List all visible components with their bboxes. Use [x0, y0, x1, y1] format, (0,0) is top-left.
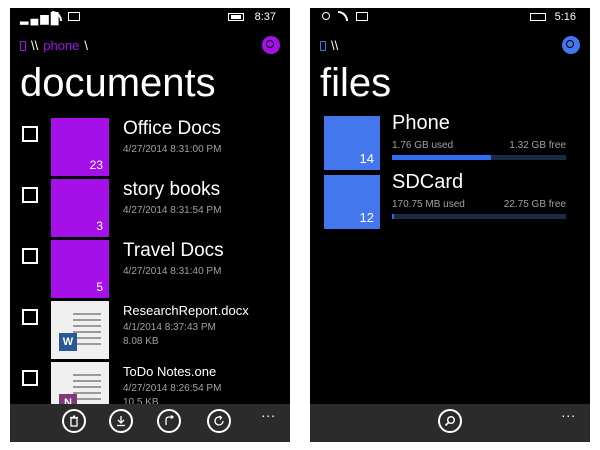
- message-icon: [68, 12, 80, 21]
- storage-bar-fill: [392, 155, 492, 160]
- status-bar: ▂▄▆█ 8:37: [10, 8, 290, 28]
- left-phone-screen: ▂▄▆█ 8:37 \\ phone \ documents 23 Office…: [10, 8, 290, 442]
- breadcrumb: \\: [320, 38, 338, 53]
- cortana-icon[interactable]: [562, 36, 580, 54]
- word-document-thumbnail[interactable]: W: [51, 301, 109, 359]
- file-date: 4/1/2014 8:37:43 PM: [123, 322, 216, 333]
- battery-icon: [530, 13, 546, 21]
- drive-name: Phone: [392, 112, 450, 134]
- list-item[interactable]: 5 Travel Docs 4/27/2014 8:31:40 PM: [10, 240, 290, 300]
- drive-tile[interactable]: 14: [324, 116, 380, 170]
- cortana-icon[interactable]: [262, 36, 280, 54]
- status-bar: 5:16: [310, 8, 590, 28]
- select-checkbox[interactable]: [22, 187, 38, 203]
- file-date: 4/27/2014 8:26:54 PM: [123, 383, 222, 394]
- phone-icon: [320, 40, 326, 51]
- folder-date: 4/27/2014 8:31:00 PM: [123, 144, 222, 155]
- delete-icon: [70, 415, 78, 427]
- list-item[interactable]: 3 story books 4/27/2014 8:31:54 PM: [10, 179, 290, 239]
- storage-bar: [392, 214, 566, 219]
- item-count: 5: [96, 280, 103, 294]
- select-checkbox[interactable]: [22, 370, 38, 386]
- share-button[interactable]: [157, 409, 181, 433]
- message-icon: [356, 12, 368, 21]
- breadcrumb-current[interactable]: phone: [43, 38, 79, 53]
- phone-icon: [20, 40, 26, 51]
- refresh-icon: [214, 415, 224, 426]
- share-icon: [165, 415, 175, 425]
- drive-tile[interactable]: 12: [324, 175, 380, 229]
- more-options-button[interactable]: ...: [261, 405, 276, 419]
- wifi-icon: [338, 11, 348, 21]
- folder-tile[interactable]: 3: [51, 179, 109, 237]
- page-title: files: [320, 61, 392, 105]
- folder-tile[interactable]: 5: [51, 240, 109, 298]
- battery-icon: [228, 13, 244, 21]
- select-checkbox[interactable]: [22, 309, 38, 325]
- file-size: 8.08 KB: [123, 336, 159, 347]
- folder-date: 4/27/2014 8:31:40 PM: [123, 266, 222, 277]
- item-count: 23: [89, 158, 103, 172]
- drive-item-sdcard[interactable]: 12 SDCard 170.75 MB used 22.75 GB free: [310, 171, 590, 233]
- item-count: 3: [96, 219, 103, 233]
- drive-free: 22.75 GB free: [503, 199, 566, 210]
- breadcrumb-root[interactable]: \\: [31, 38, 38, 53]
- folder-date: 4/27/2014 8:31:54 PM: [123, 205, 222, 216]
- search-icon: [444, 416, 455, 427]
- download-icon: [117, 416, 125, 427]
- drive-name: SDCard: [392, 171, 464, 193]
- drive-used: 1.76 GB used: [392, 140, 454, 151]
- breadcrumb-root[interactable]: \\: [331, 38, 338, 53]
- clock: 5:16: [554, 11, 576, 23]
- breadcrumb: \\ phone \: [20, 38, 88, 53]
- storage-bar-fill: [392, 214, 394, 219]
- file-name: ResearchReport.docx: [123, 303, 249, 318]
- folder-name: Travel Docs: [123, 240, 224, 261]
- folder-name: Office Docs: [123, 118, 221, 139]
- refresh-button[interactable]: [207, 409, 231, 433]
- search-button[interactable]: [438, 409, 462, 433]
- app-bar: ...: [310, 404, 590, 442]
- breadcrumb-trail: \: [84, 38, 89, 53]
- storage-bar: [392, 155, 566, 160]
- page-title: documents: [20, 61, 216, 105]
- clock: 8:37: [254, 11, 276, 23]
- download-button[interactable]: [109, 409, 133, 433]
- more-options-button[interactable]: ...: [561, 405, 576, 419]
- app-bar: ...: [10, 404, 290, 442]
- drive-used: 170.75 MB used: [392, 199, 465, 210]
- list-item[interactable]: W ResearchReport.docx 4/1/2014 8:37:43 P…: [10, 301, 290, 361]
- file-name: ToDo Notes.one: [123, 364, 217, 379]
- right-phone-screen: 5:16 \\ files 14 Phone 1.76 GB used 1.32…: [310, 8, 590, 442]
- drive-item-phone[interactable]: 14 Phone 1.76 GB used 1.32 GB free: [310, 112, 590, 174]
- delete-button[interactable]: [62, 409, 86, 433]
- drive-free: 1.32 GB free: [509, 140, 566, 151]
- select-checkbox[interactable]: [22, 126, 38, 142]
- signal-icon: [322, 12, 330, 20]
- select-checkbox[interactable]: [22, 248, 38, 264]
- item-count: 12: [359, 210, 374, 225]
- word-icon: W: [59, 333, 77, 351]
- folder-tile[interactable]: 23: [51, 118, 109, 176]
- item-count: 14: [359, 151, 374, 166]
- folder-name: story books: [123, 179, 221, 200]
- list-item[interactable]: 23 Office Docs 4/27/2014 8:31:00 PM: [10, 118, 290, 178]
